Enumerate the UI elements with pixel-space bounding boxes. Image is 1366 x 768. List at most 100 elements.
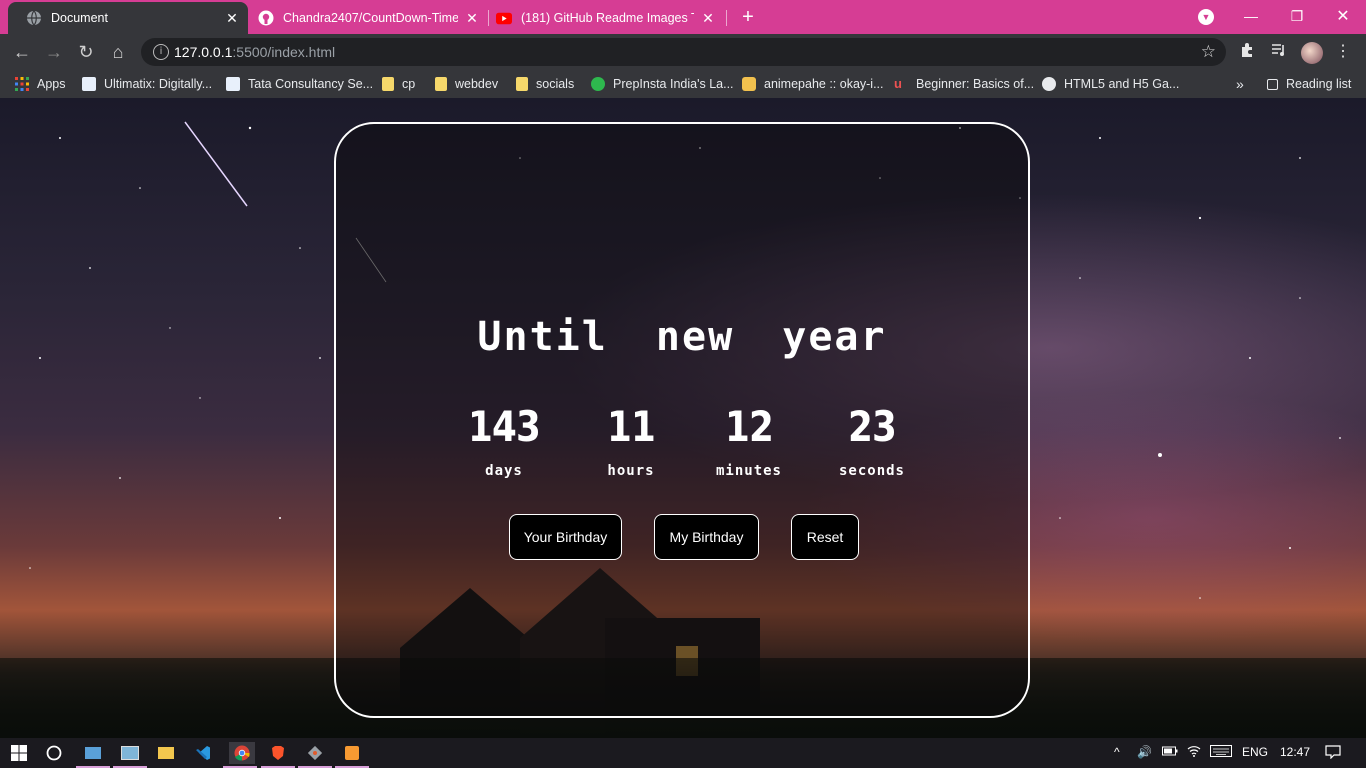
bookmark-label: webdev xyxy=(455,77,499,91)
browser-tab-strip: Document ✕ Chandra2407/CountDown-Timer ✕… xyxy=(0,0,1366,34)
address-bar[interactable]: i 127.0.0.1:5500/index.html ☆ xyxy=(141,38,1226,66)
reading-list-icon xyxy=(1267,78,1278,90)
minutes-value: 12 xyxy=(725,402,774,451)
vscode-icon[interactable] xyxy=(192,742,214,764)
tab-youtube[interactable]: (181) GitHub Readme Images Tut ✕ xyxy=(490,2,724,34)
bookmark-label: cp xyxy=(402,77,416,91)
countdown-heading: Until new year xyxy=(477,314,887,360)
bookmarks-bar: Apps Ultimatix: Digitally... Tata Consul… xyxy=(0,70,1366,99)
globe-icon xyxy=(1042,77,1056,91)
windows-start-icon[interactable] xyxy=(8,742,30,764)
windows-taskbar: ^ 🔊 ENG 12:47 xyxy=(0,738,1366,768)
days-unit: 143 days xyxy=(449,402,559,479)
bookmark-label: PrepInsta India's La... xyxy=(613,77,734,91)
bookmark-apps[interactable]: Apps xyxy=(15,70,66,98)
close-window-button[interactable]: ✕ xyxy=(1320,0,1366,32)
sublime-text-icon[interactable] xyxy=(335,742,369,768)
hours-unit: 11 hours xyxy=(576,402,686,479)
bookmark-label: Tata Consultancy Se... xyxy=(248,77,374,91)
close-tab-icon[interactable]: ✕ xyxy=(224,10,240,26)
tab-search-icon[interactable]: ▼ xyxy=(1198,9,1214,25)
file-explorer-icon[interactable] xyxy=(155,742,177,764)
reload-icon[interactable]: ↻ xyxy=(75,41,97,63)
bookmark-animepahe[interactable]: animepahe :: okay-i... xyxy=(742,70,884,98)
my-birthday-button[interactable]: My Birthday xyxy=(654,514,759,560)
bookmark-ultimatix[interactable]: Ultimatix: Digitally... xyxy=(82,70,212,98)
bookmark-star-icon[interactable]: ☆ xyxy=(1201,42,1216,62)
tab-separator xyxy=(488,10,489,26)
reading-list-label: Reading list xyxy=(1286,77,1352,91)
more-bookmarks-button[interactable]: » xyxy=(1236,70,1244,98)
bookmark-tcs[interactable]: Tata Consultancy Se... xyxy=(226,70,373,98)
folder-icon xyxy=(382,77,394,91)
profile-avatar[interactable] xyxy=(1301,42,1323,64)
restore-button[interactable]: ❐ xyxy=(1274,0,1320,32)
hours-value: 11 xyxy=(607,402,656,451)
folder-icon xyxy=(435,77,447,91)
chrome-icon[interactable] xyxy=(223,742,257,768)
bookmark-label: Ultimatix: Digitally... xyxy=(104,77,213,91)
close-tab-icon[interactable]: ✕ xyxy=(464,10,480,26)
task-manager-icon[interactable] xyxy=(113,742,147,768)
close-tab-icon[interactable]: ✕ xyxy=(700,10,716,26)
brave-icon[interactable] xyxy=(261,742,295,768)
clock-time[interactable]: 12:47 xyxy=(1280,745,1310,759)
animepahe-icon xyxy=(742,77,756,91)
folder-icon xyxy=(516,77,528,91)
bookmark-prepinsta[interactable]: PrepInsta India's La... xyxy=(591,70,734,98)
git-icon[interactable] xyxy=(298,742,332,768)
notification-center-icon[interactable] xyxy=(1325,745,1341,762)
new-tab-button[interactable]: + xyxy=(737,6,759,28)
bookmark-label: Apps xyxy=(37,77,66,91)
tata-icon xyxy=(226,77,240,91)
bookmark-udemy[interactable]: u Beginner: Basics of... xyxy=(894,70,1034,98)
tab-title: Document xyxy=(51,11,108,25)
tab-separator xyxy=(726,10,727,26)
bookmark-label: HTML5 and H5 Ga... xyxy=(1064,77,1180,91)
battery-icon[interactable] xyxy=(1162,745,1178,759)
apps-grid-icon xyxy=(15,77,29,91)
days-value: 143 xyxy=(468,402,541,451)
url-text: 127.0.0.1:5500/index.html xyxy=(174,44,336,60)
tab-title: Chandra2407/CountDown-Timer xyxy=(283,11,458,25)
globe-icon xyxy=(26,10,42,26)
page-background: Until new year 143 days 11 hours 12 minu… xyxy=(0,98,1366,738)
bookmark-label: Beginner: Basics of... xyxy=(916,77,1035,91)
seconds-value: 23 xyxy=(848,402,897,451)
bookmark-folder-socials[interactable]: socials xyxy=(516,70,574,98)
volume-icon[interactable]: 🔊 xyxy=(1137,745,1152,759)
minutes-unit: 12 minutes xyxy=(694,402,804,479)
news-app-icon[interactable] xyxy=(76,742,110,768)
bookmark-label: socials xyxy=(536,77,575,91)
tab-document[interactable]: Document ✕ xyxy=(8,2,248,34)
minimize-button[interactable]: — xyxy=(1228,0,1274,32)
language-indicator[interactable]: ENG xyxy=(1242,745,1268,759)
menu-dots-icon[interactable]: ⋮ xyxy=(1333,42,1353,62)
bookmark-html5-games[interactable]: HTML5 and H5 Ga... xyxy=(1042,70,1179,98)
your-birthday-button[interactable]: Your Birthday xyxy=(509,514,622,560)
days-label: days xyxy=(485,463,523,479)
reset-button[interactable]: Reset xyxy=(791,514,859,560)
minutes-label: minutes xyxy=(715,463,782,479)
cortana-search-icon[interactable] xyxy=(43,742,65,764)
show-hidden-icons-chevron-icon[interactable]: ^ xyxy=(1114,745,1120,759)
site-info-icon[interactable]: i xyxy=(153,44,169,60)
seconds-unit: 23 seconds xyxy=(817,402,927,479)
keyboard-icon[interactable] xyxy=(1210,745,1232,760)
github-icon xyxy=(258,10,274,26)
browser-toolbar: ← → ↻ ⌂ i 127.0.0.1:5500/index.html ☆ ⋮ xyxy=(0,34,1366,70)
extensions-puzzle-icon[interactable] xyxy=(1237,42,1257,62)
wifi-icon[interactable] xyxy=(1187,745,1201,760)
bookmark-folder-cp[interactable]: cp xyxy=(382,70,415,98)
tab-github[interactable]: Chandra2407/CountDown-Timer ✕ xyxy=(250,2,488,34)
media-control-icon[interactable] xyxy=(1269,42,1289,62)
back-arrow-icon[interactable]: ← xyxy=(11,41,33,63)
tata-icon xyxy=(82,77,96,91)
tab-title: (181) GitHub Readme Images Tut xyxy=(521,11,694,25)
seconds-label: seconds xyxy=(838,463,905,479)
reading-list-button[interactable]: Reading list xyxy=(1267,70,1351,98)
home-icon[interactable]: ⌂ xyxy=(107,41,129,63)
prepinsta-icon xyxy=(591,77,605,91)
bookmark-folder-webdev[interactable]: webdev xyxy=(435,70,498,98)
forward-arrow-icon[interactable]: → xyxy=(43,41,65,63)
